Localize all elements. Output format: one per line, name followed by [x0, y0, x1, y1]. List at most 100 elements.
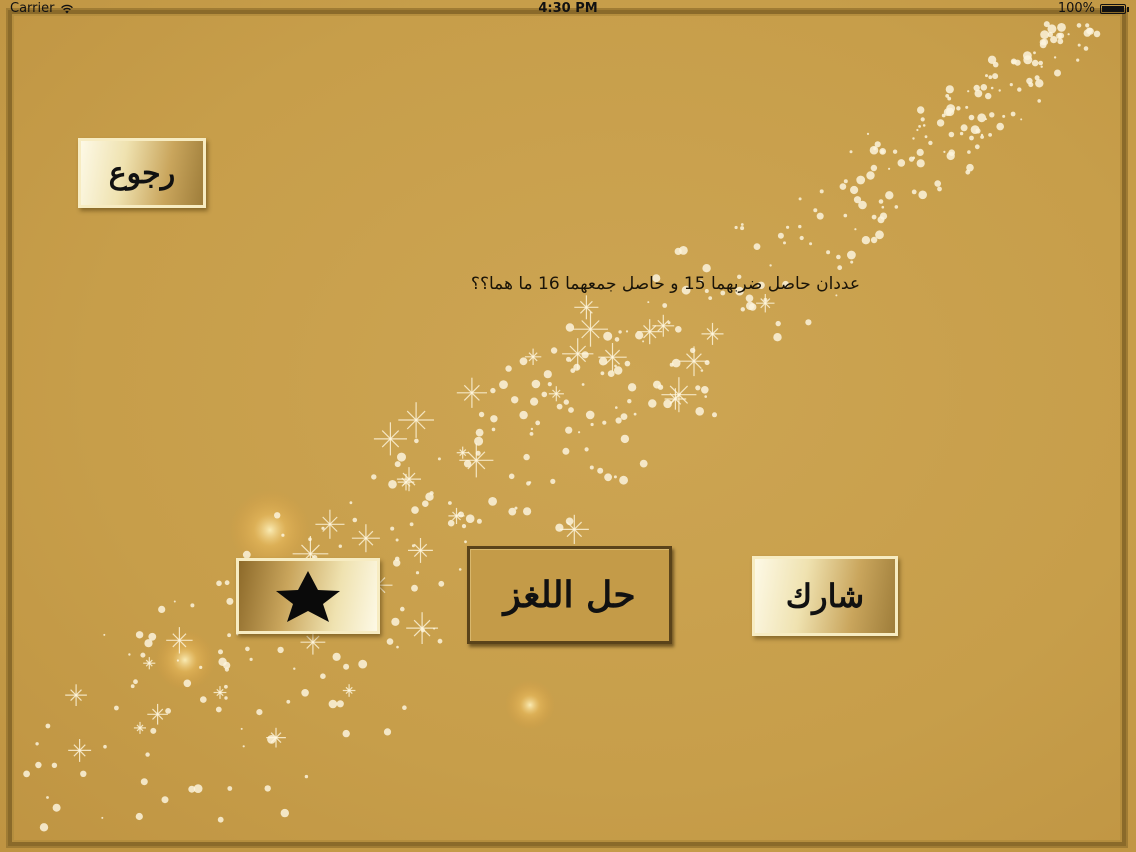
sparkle-dot: [140, 652, 146, 658]
sparkle-dot: [996, 122, 1004, 131]
sparkle-dot: [1009, 83, 1013, 87]
sparkle-dot: [809, 242, 813, 246]
sparkle-dot: [1041, 38, 1049, 46]
sparkle-star: [315, 509, 345, 539]
sparkle-dot: [854, 228, 857, 231]
sparkle-dot: [948, 149, 955, 156]
sparkle-dot: [218, 657, 227, 666]
sparkle-dot: [590, 422, 594, 427]
sparkle-star: [701, 322, 724, 345]
sparkle-dot: [390, 526, 395, 531]
sparkle-dot: [598, 357, 608, 366]
sparkle-dot: [1043, 21, 1050, 28]
sparkle-dot: [959, 131, 964, 136]
sparkle-dot: [458, 568, 462, 571]
solve-riddle-button[interactable]: حل اللغز: [467, 546, 672, 644]
game-screen: Carrier 4:30 PM 100% رجوع عددان حاصل ضرب…: [0, 0, 1136, 852]
sparkle-dot: [973, 84, 980, 92]
sparkle-dot: [667, 321, 671, 325]
sparkle-dot: [1047, 31, 1054, 38]
sparkle-dot: [343, 663, 350, 670]
sparkle-dot: [475, 450, 481, 456]
sparkle-dot: [145, 752, 150, 757]
sparkle-dot: [880, 149, 885, 154]
sparkle-dot: [835, 294, 838, 297]
sparkle-dot: [563, 399, 569, 405]
sparkle-dot: [217, 816, 224, 823]
sparkle-dot: [702, 264, 711, 273]
sparkle-dot: [878, 199, 884, 204]
sparkle-star: [459, 443, 494, 478]
sparkle-dot: [988, 75, 993, 80]
riddle-question: عددان حاصل ضربهما 15 و حاصل جمعهما 16 ما…: [470, 274, 860, 294]
share-button[interactable]: شارك: [752, 556, 898, 636]
sparkle-dot: [956, 106, 961, 111]
sparkle-dot: [1086, 27, 1094, 35]
sparkle-dot: [1035, 79, 1044, 88]
sparkle-dot: [173, 600, 176, 603]
sparkle-dot: [274, 512, 281, 519]
sparkle-dot: [1054, 69, 1061, 77]
sparkle-dot: [928, 140, 933, 146]
sparkle-dot: [922, 124, 926, 127]
sparkle-dot: [508, 473, 515, 480]
sparkle-dot: [23, 770, 30, 778]
sparkle-dot: [223, 661, 231, 670]
sparkle-dot: [128, 653, 131, 656]
sparkle-dot: [837, 265, 843, 271]
sparkle-dot: [176, 659, 179, 662]
back-button[interactable]: رجوع: [78, 138, 206, 208]
sparkle-dot: [1053, 56, 1057, 59]
sparkle-dot: [888, 167, 891, 170]
favorite-button[interactable]: [236, 558, 380, 634]
sparkle-dot: [816, 212, 824, 220]
sparkle-star: [147, 703, 168, 725]
battery-icon: [1100, 3, 1129, 14]
sparkle-dot: [998, 89, 1001, 92]
sparkle-dot: [519, 410, 528, 420]
sparkle-dot: [619, 475, 628, 485]
sparkle-dot: [1017, 87, 1022, 92]
sparkle-dot: [338, 544, 342, 548]
sparkle-star: [396, 467, 421, 492]
sparkle-dot: [463, 460, 472, 468]
sparkle-dot: [625, 330, 629, 333]
sparkle-dot: [1083, 46, 1089, 51]
sparkle-dot: [402, 705, 407, 710]
sparkle-dot: [293, 667, 296, 670]
sparkle-dot: [1028, 82, 1034, 88]
sparkle-dot: [511, 396, 519, 404]
sparkle-dot: [943, 108, 952, 116]
sparkle-dot: [409, 522, 414, 527]
sparkle-dot: [523, 453, 530, 461]
sparkle-dot: [1023, 55, 1033, 65]
sparkle-dot: [985, 118, 987, 121]
sparkle-dot: [836, 254, 841, 260]
sparkle-dot: [870, 164, 878, 172]
sparkle-dot: [985, 74, 988, 78]
sparkle-dot: [1034, 75, 1040, 81]
sparkle-dot: [135, 812, 143, 821]
sparkle-star: [637, 319, 663, 345]
sparkle-dot: [397, 452, 406, 462]
sparkle-dot: [267, 735, 276, 744]
sparkle-dot: [1040, 65, 1043, 68]
sparkle-dot: [224, 580, 230, 586]
sparkle-dot: [873, 146, 877, 151]
sparkle-dot: [941, 113, 946, 118]
sparkle-dot: [1047, 24, 1057, 34]
sparkle-dot: [224, 684, 228, 689]
sparkle-dot: [847, 250, 856, 260]
sparkle-dot: [328, 699, 338, 709]
sparkle-dot: [967, 150, 971, 154]
sparkle-dot: [103, 633, 106, 636]
sparkle-star: [143, 657, 156, 670]
sparkle-dot: [849, 150, 853, 154]
sparkle-dot: [505, 365, 512, 372]
sparkle-dot: [987, 55, 997, 64]
sparkle-dot: [589, 465, 594, 470]
sparkle-dot: [188, 785, 196, 793]
sparkle-star: [133, 721, 146, 734]
sparkle-dot: [620, 413, 628, 420]
sparkle-dot: [642, 340, 645, 343]
